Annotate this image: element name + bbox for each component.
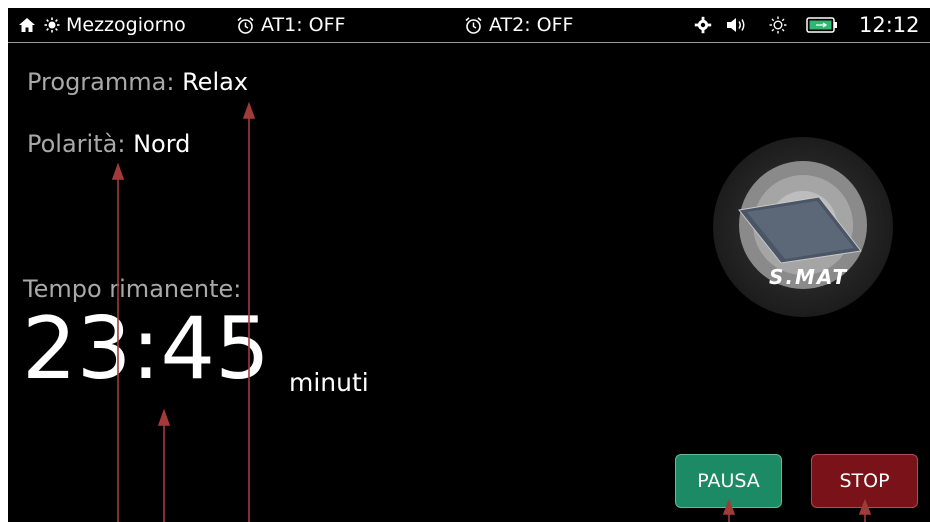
remaining-time-value: 23:45 [22, 299, 270, 399]
device-logo-text: S.MAT [769, 265, 849, 289]
alarm2-status: AT2: OFF [489, 14, 574, 36]
gear-icon[interactable] [694, 8, 712, 42]
device-screen: Mezzogiorno AT1: OFF AT2: OFF 12:12 Prog… [8, 8, 930, 522]
polarity-label: Polarità: [27, 130, 126, 158]
brightness-icon[interactable] [769, 8, 787, 42]
home-icon[interactable] [18, 8, 36, 42]
mode-label: Mezzogiorno [66, 14, 186, 36]
annotation-arrowhead-program [242, 101, 256, 119]
program-label: Programma: [27, 68, 175, 96]
device-logo: S.MAT [711, 135, 895, 319]
time-unit: minuti [289, 368, 369, 397]
stop-button[interactable]: STOP [811, 454, 918, 508]
alarm-clock-icon [464, 16, 483, 35]
annotation-arrowhead-time [157, 408, 171, 426]
polarity-value: Nord [133, 130, 191, 158]
pause-button[interactable]: PAUSA [675, 454, 782, 508]
alarm1-status: AT1: OFF [261, 14, 346, 36]
clock: 12:12 [859, 13, 920, 37]
polarity-row: Polarità: Nord [27, 130, 190, 158]
sun-icon [44, 8, 60, 42]
program-row: Programma: Relax [27, 68, 248, 96]
status-bar: Mezzogiorno AT1: OFF AT2: OFF 12:12 [8, 8, 930, 43]
alarm1-indicator[interactable]: AT1: OFF [236, 8, 345, 42]
battery-icon [806, 8, 838, 42]
alarm2-indicator[interactable]: AT2: OFF [464, 8, 573, 42]
program-value: Relax [182, 68, 249, 96]
speaker-icon[interactable] [726, 8, 748, 42]
alarm-clock-icon [236, 16, 255, 35]
annotation-arrowhead-polarity [111, 162, 125, 180]
